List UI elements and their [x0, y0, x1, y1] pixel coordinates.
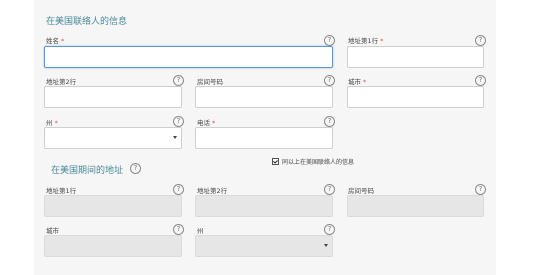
help-icon[interactable]: ? [475, 75, 486, 86]
address-line2-label: 地址第2行 [46, 78, 77, 86]
room-number-input[interactable] [195, 86, 333, 108]
address-line2-input[interactable] [44, 86, 182, 108]
help-icon[interactable]: ? [130, 163, 141, 174]
us-address-line1-label: 地址第1行 [46, 187, 77, 195]
form-page: 在美国联络人的信息 姓名 * ? 地址第1行 * ? 地址第2行 ? 房间号码 ? … [0, 0, 553, 275]
help-icon[interactable]: ? [173, 184, 184, 195]
address-line1-input[interactable] [347, 46, 484, 68]
help-icon[interactable]: ? [475, 184, 486, 195]
section-title-us-address: 在美国期间的地址 [51, 166, 124, 176]
same-as-contact-checkbox[interactable]: 同以上在美国联络人的信息 [272, 157, 354, 166]
chevron-down-icon [173, 136, 177, 139]
required-mark: * [363, 78, 367, 86]
phone-label: 电话 * [197, 119, 216, 127]
address-line1-label: 地址第1行 * [348, 37, 384, 45]
room-number-label: 房间号码 [197, 78, 223, 86]
help-icon[interactable]: ? [173, 116, 184, 127]
required-mark: * [380, 37, 384, 45]
us-address-line2-label: 地址第2行 [197, 187, 228, 195]
us-city-input [44, 235, 182, 257]
help-icon[interactable]: ? [324, 75, 335, 86]
state-label: 州 * [46, 119, 58, 127]
help-icon[interactable]: ? [173, 224, 184, 235]
us-address-line2-input [195, 195, 333, 217]
required-mark: * [212, 119, 216, 127]
phone-input[interactable] [195, 127, 333, 149]
help-icon[interactable]: ? [324, 224, 335, 235]
city-input[interactable] [347, 86, 484, 108]
us-state-label: 州 [197, 227, 204, 235]
chevron-down-icon [324, 244, 328, 247]
us-city-label: 城市 [46, 227, 59, 235]
required-mark: * [54, 119, 58, 127]
checkbox-checked-icon[interactable] [272, 158, 279, 165]
us-state-select [195, 235, 333, 257]
state-select[interactable] [44, 127, 182, 149]
required-mark: * [61, 37, 65, 45]
help-icon[interactable]: ? [324, 116, 335, 127]
help-icon[interactable]: ? [475, 35, 486, 46]
surname-input[interactable] [44, 46, 333, 68]
help-icon[interactable]: ? [324, 35, 335, 46]
same-as-contact-label: 同以上在美国联络人的信息 [282, 159, 355, 166]
us-address-line1-input [44, 195, 182, 217]
section-title-us-contact: 在美国联络人的信息 [46, 17, 128, 27]
surname-label: 姓名 * [46, 37, 65, 45]
help-icon[interactable]: ? [324, 184, 335, 195]
city-label: 城市 * [348, 78, 367, 86]
us-room-number-label: 房间号码 [348, 187, 374, 195]
us-room-number-input [347, 195, 484, 217]
help-icon[interactable]: ? [173, 75, 184, 86]
